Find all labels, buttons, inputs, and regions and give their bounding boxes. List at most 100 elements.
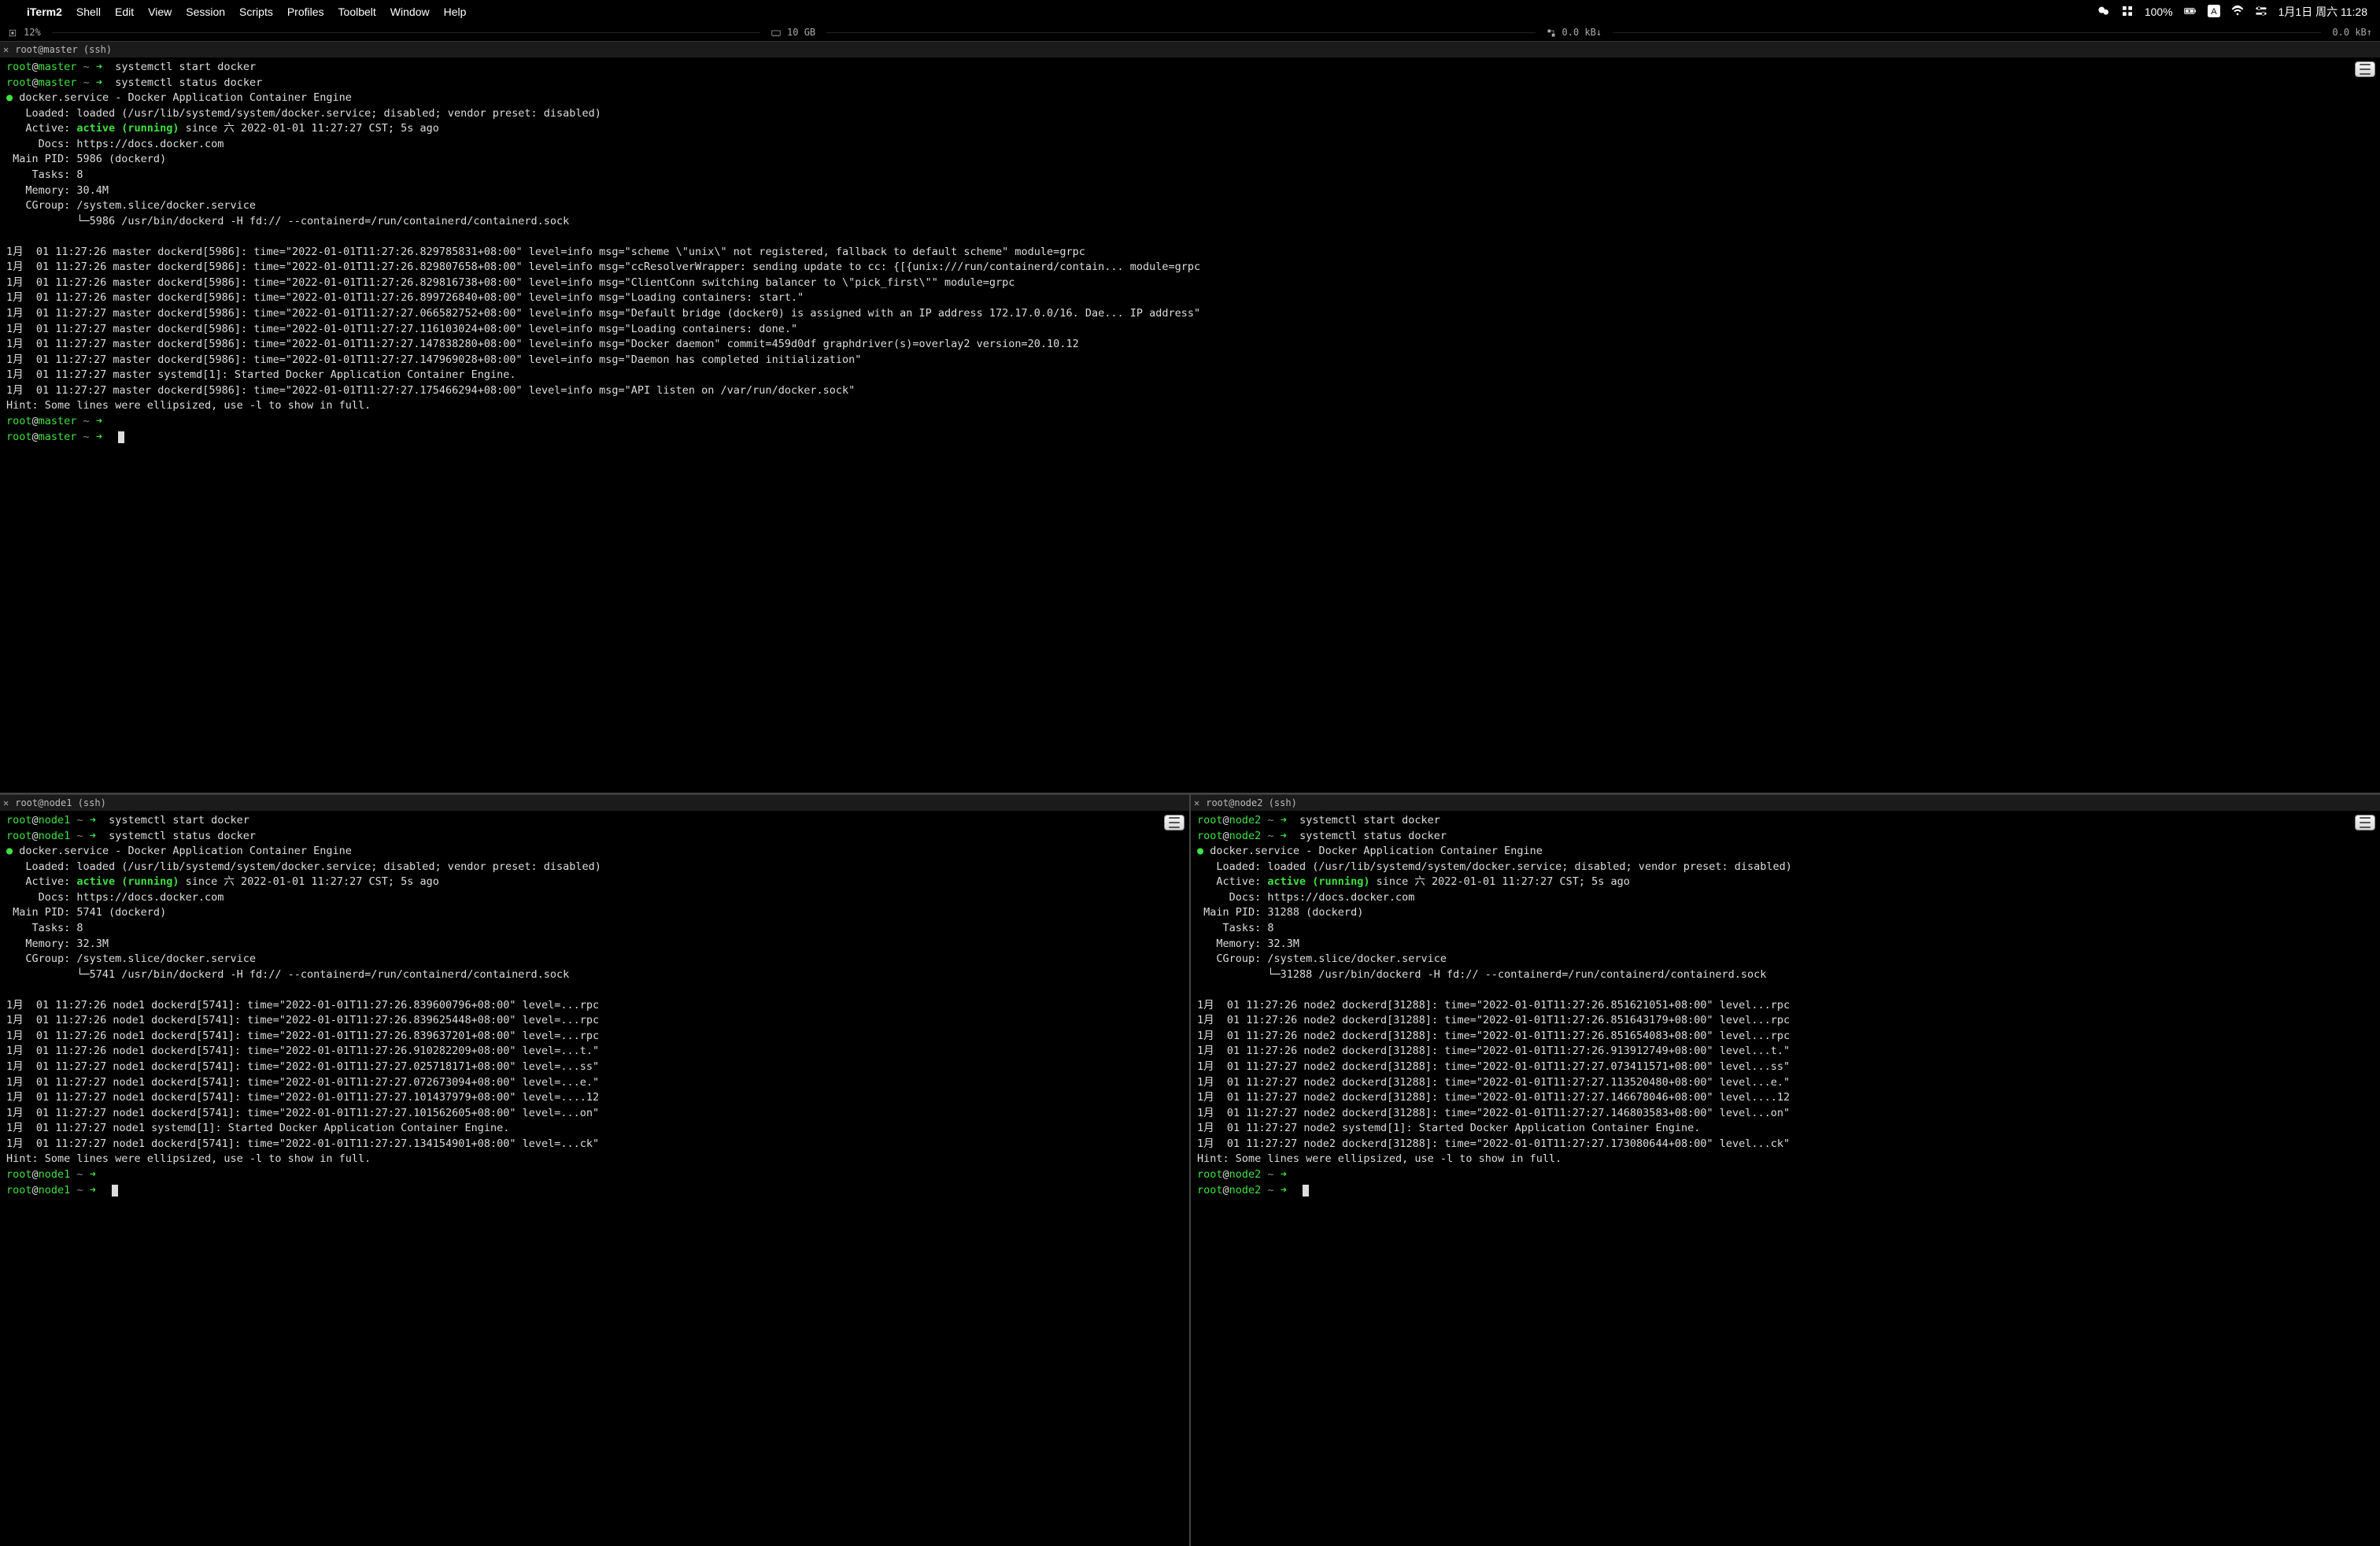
log-line: 1月 01 11:27:27 node1 dockerd[5741]: time… [6, 1075, 1183, 1091]
close-icon[interactable]: ✕ [1194, 797, 1199, 808]
prompt-line: root@node1 ~ ➜ systemctl status docker [6, 829, 1183, 845]
control-center-icon[interactable] [2255, 5, 2267, 20]
input-source-icon[interactable]: A [2208, 5, 2220, 20]
status-line: Active: active (running) since 六 2022-01… [1197, 875, 2374, 890]
log-line: 1月 01 11:27:26 node2 dockerd[31288]: tim… [1197, 1044, 2374, 1060]
network-icon [1547, 27, 1556, 38]
status-line: Docs: https://docs.docker.com [6, 137, 2374, 153]
service-header: ● docker.service - Docker Application Co… [6, 844, 1183, 860]
wechat-icon[interactable] [2097, 5, 2110, 20]
prompt-line: root@node2 ~ ➜ [1197, 1167, 2374, 1183]
close-icon[interactable]: ✕ [3, 44, 9, 55]
net-down: 0.0 kB↓ [1562, 27, 1602, 38]
prompt-line: root@node2 ~ ➜ [1197, 1183, 2374, 1199]
log-line: 1月 01 11:27:26 node1 dockerd[5741]: time… [6, 1013, 1183, 1029]
status-line: Memory: 30.4M [6, 183, 2374, 199]
cursor [1303, 1185, 1309, 1196]
log-line: 1月 01 11:27:27 master dockerd[5986]: tim… [6, 353, 2374, 368]
menu-session[interactable]: Session [186, 6, 225, 18]
log-line: 1月 01 11:27:27 node2 dockerd[31288]: tim… [1197, 1137, 2374, 1152]
scroll-indicator-icon[interactable] [1164, 815, 1184, 830]
cursor [118, 431, 124, 443]
status-line: Loaded: loaded (/usr/lib/systemd/system/… [6, 860, 1183, 875]
ram-value: 10 GB [787, 27, 815, 38]
status-line: Docs: https://docs.docker.com [1197, 890, 2374, 906]
status-line: Tasks: 8 [6, 168, 2374, 183]
status-line: Active: active (running) since 六 2022-01… [6, 121, 2374, 137]
log-line: 1月 01 11:27:27 node1 dockerd[5741]: time… [6, 1060, 1183, 1075]
status-line: Docs: https://docs.docker.com [6, 890, 1183, 906]
log-line: 1月 01 11:27:27 node1 dockerd[5741]: time… [6, 1137, 1183, 1152]
log-line: 1月 01 11:27:27 node2 dockerd[31288]: tim… [1197, 1106, 2374, 1122]
prompt-line: root@node1 ~ ➜ [6, 1183, 1183, 1199]
clock[interactable]: 1月1日 周六 11:28 [2278, 4, 2367, 20]
status-line: └─31288 /usr/bin/dockerd -H fd:// --cont… [1197, 967, 2374, 983]
tab-bar-node1: ✕ root@node1 (ssh) [0, 794, 1189, 812]
hint-line: Hint: Some lines were ellipsized, use -l… [1197, 1152, 2374, 1167]
status-line: Loaded: loaded (/usr/lib/systemd/system/… [6, 106, 2374, 122]
app-name[interactable]: iTerm2 [27, 6, 62, 18]
pane-master[interactable]: ✕ root@master (ssh) root@master ~ ➜ syst… [0, 41, 2380, 794]
scroll-indicator-icon[interactable] [2355, 61, 2375, 77]
menu-view[interactable]: View [148, 6, 172, 18]
log-line: 1月 01 11:27:27 node2 dockerd[31288]: tim… [1197, 1075, 2374, 1091]
tab-bar-master: ✕ root@master (ssh) [0, 41, 2380, 58]
hint-line: Hint: Some lines were ellipsized, use -l… [6, 398, 2374, 414]
menu-window[interactable]: Window [390, 6, 430, 18]
log-line: 1月 01 11:27:27 master systemd[1]: Starte… [6, 368, 2374, 383]
menu-scripts[interactable]: Scripts [239, 6, 273, 18]
pane-node1[interactable]: ✕ root@node1 (ssh) root@node1 ~ ➜ system… [0, 794, 1191, 1546]
status-line: └─5741 /usr/bin/dockerd -H fd:// --conta… [6, 967, 1183, 983]
log-line: 1月 01 11:27:27 master dockerd[5986]: tim… [6, 322, 2374, 338]
net-up: 0.0 kB↑ [2332, 27, 2372, 38]
cursor [112, 1185, 118, 1196]
terminal-node2[interactable]: root@node2 ~ ➜ systemctl start dockerroo… [1191, 812, 2380, 1546]
grid-icon[interactable] [2121, 5, 2134, 20]
log-line: 1月 01 11:27:26 master dockerd[5986]: tim… [6, 245, 2374, 261]
menu-edit[interactable]: Edit [115, 6, 134, 18]
blank-line [1197, 982, 2374, 998]
log-line: 1月 01 11:27:27 master dockerd[5986]: tim… [6, 337, 2374, 353]
log-line: 1月 01 11:27:27 node2 dockerd[31288]: tim… [1197, 1060, 2374, 1075]
cpu-percent: 12% [24, 27, 41, 38]
status-line: CGroup: /system.slice/docker.service [1197, 952, 2374, 967]
close-icon[interactable]: ✕ [3, 797, 9, 808]
log-line: 1月 01 11:27:27 node2 systemd[1]: Started… [1197, 1121, 2374, 1137]
status-line: Tasks: 8 [6, 921, 1183, 937]
tab-title[interactable]: root@node2 (ssh) [1206, 797, 1297, 808]
menu-toolbelt[interactable]: Toolbelt [338, 6, 376, 18]
terminal-node1[interactable]: root@node1 ~ ➜ systemctl start dockerroo… [0, 812, 1189, 1546]
blank-line [6, 982, 1183, 998]
log-line: 1月 01 11:27:27 master dockerd[5986]: tim… [6, 383, 2374, 399]
tab-title[interactable]: root@master (ssh) [15, 44, 112, 55]
pane-node2[interactable]: ✕ root@node2 (ssh) root@node2 ~ ➜ system… [1191, 794, 2380, 1546]
log-line: 1月 01 11:27:26 node2 dockerd[31288]: tim… [1197, 998, 2374, 1014]
status-line: CGroup: /system.slice/docker.service [6, 952, 1183, 967]
log-line: 1月 01 11:27:26 node2 dockerd[31288]: tim… [1197, 1029, 2374, 1045]
battery-icon[interactable] [2184, 5, 2197, 20]
log-line: 1月 01 11:27:27 node2 dockerd[31288]: tim… [1197, 1090, 2374, 1106]
status-line: CGroup: /system.slice/docker.service [6, 198, 2374, 214]
wifi-icon[interactable] [2231, 5, 2244, 20]
menu-shell[interactable]: Shell [76, 6, 101, 18]
scroll-indicator-icon[interactable] [2355, 815, 2375, 830]
log-line: 1月 01 11:27:27 node1 dockerd[5741]: time… [6, 1106, 1183, 1122]
terminal-master[interactable]: root@master ~ ➜ systemctl start dockerro… [0, 58, 2380, 793]
prompt-line: root@master ~ ➜ systemctl status docker [6, 76, 2374, 91]
status-line: Memory: 32.3M [6, 937, 1183, 952]
status-line: Main PID: 31288 (dockerd) [1197, 905, 2374, 921]
split-panes: ✕ root@master (ssh) root@master ~ ➜ syst… [0, 41, 2380, 1546]
status-line: Loaded: loaded (/usr/lib/systemd/system/… [1197, 860, 2374, 875]
status-line: Active: active (running) since 六 2022-01… [6, 875, 1183, 890]
status-line: Memory: 32.3M [1197, 937, 2374, 952]
menu-help[interactable]: Help [444, 6, 467, 18]
blank-line [6, 229, 2374, 245]
menu-profiles[interactable]: Profiles [287, 6, 324, 18]
prompt-line: root@node1 ~ ➜ [6, 1167, 1183, 1183]
prompt-line: root@node2 ~ ➜ systemctl start docker [1197, 813, 2374, 829]
svg-text:A: A [2211, 7, 2217, 17]
tab-title[interactable]: root@node1 (ssh) [15, 797, 106, 808]
prompt-line: root@master ~ ➜ [6, 430, 2374, 446]
status-line: Main PID: 5986 (dockerd) [6, 152, 2374, 168]
prompt-line: root@node2 ~ ➜ systemctl status docker [1197, 829, 2374, 845]
